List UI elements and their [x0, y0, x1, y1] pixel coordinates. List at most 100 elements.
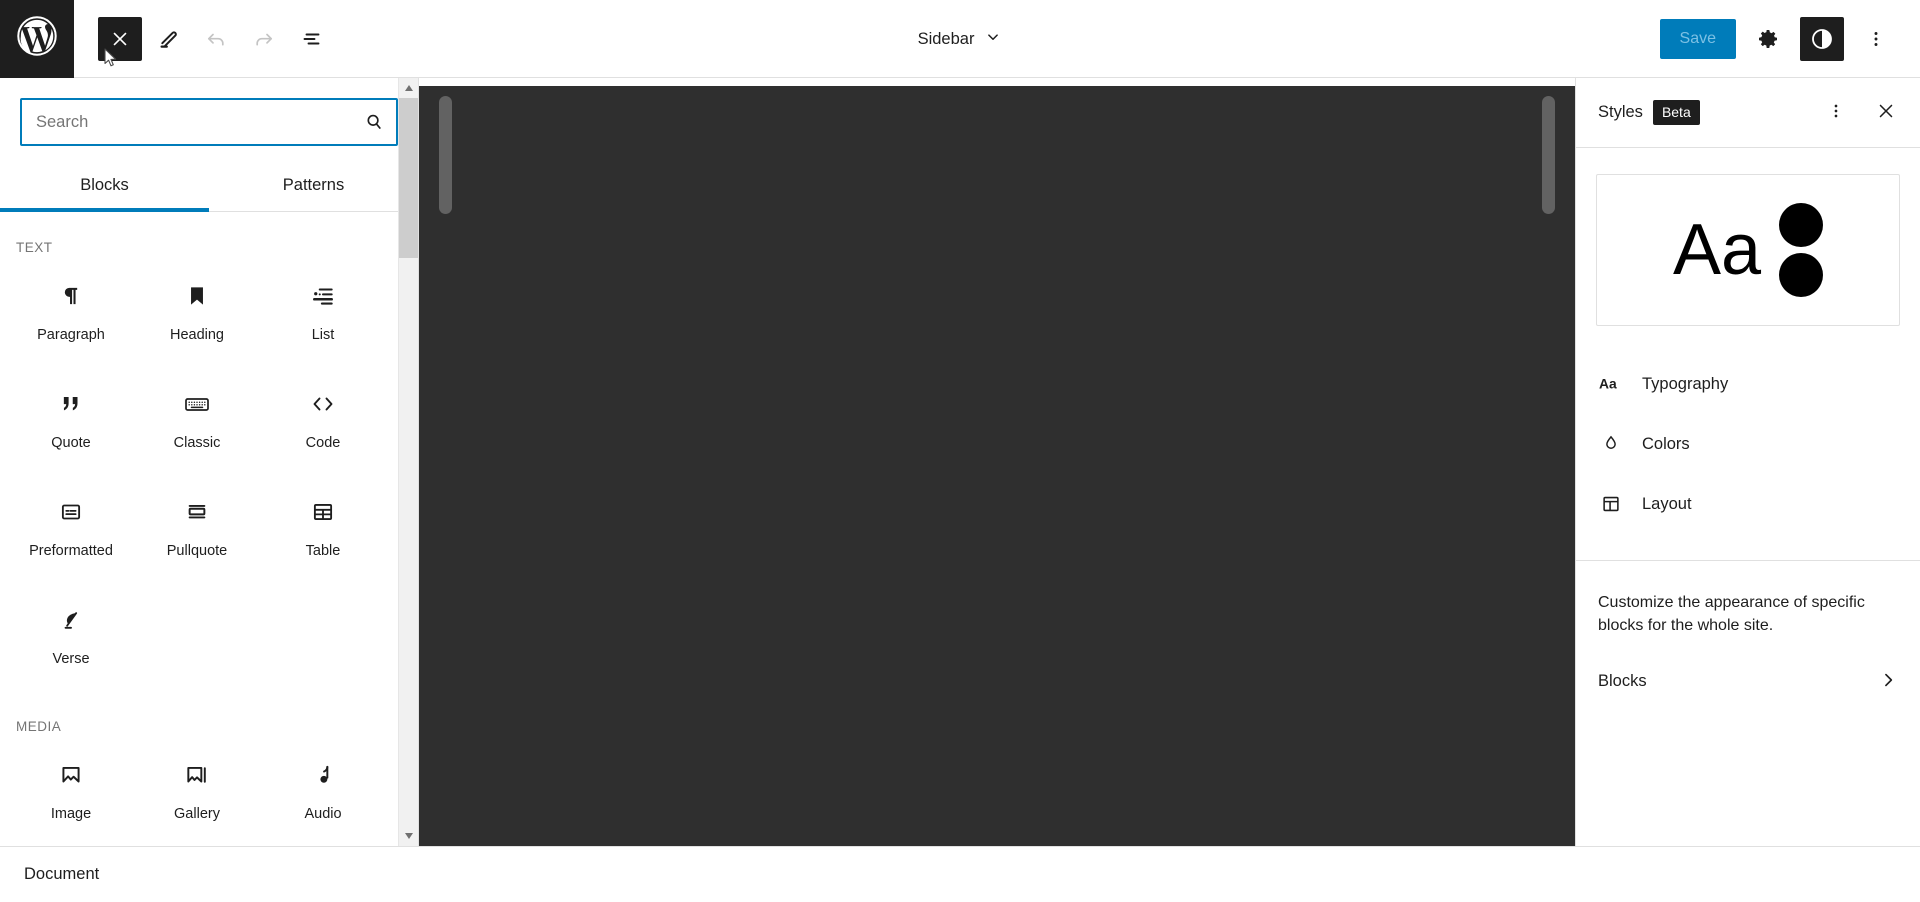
block-item-audio[interactable]: Audio — [260, 738, 386, 846]
category-label-media: MEDIA — [16, 719, 62, 734]
tab-patterns[interactable]: Patterns — [209, 160, 418, 211]
editor-bottom-bar: Document — [0, 846, 1920, 902]
block-item-heading[interactable]: Heading — [134, 259, 260, 367]
inserter-search-wrap — [0, 78, 418, 146]
quotation-marks-icon — [58, 389, 84, 419]
block-item-gallery[interactable]: Gallery — [134, 738, 260, 846]
styles-blocks-navigation-row[interactable]: Blocks — [1576, 651, 1920, 711]
chevron-right-icon — [1878, 670, 1898, 693]
beta-badge: Beta — [1652, 100, 1700, 125]
close-x-icon — [109, 28, 131, 50]
styles-menu-item-colors[interactable]: Colors — [1576, 414, 1920, 474]
list-view-icon — [300, 27, 324, 51]
block-item-code[interactable]: Code — [260, 367, 386, 475]
inserter-scrollbar[interactable] — [398, 78, 418, 846]
styles-sidebar-header: Styles Beta — [1576, 78, 1920, 148]
toolbar-right-group: Save — [1659, 16, 1920, 61]
keyboard-icon — [183, 389, 211, 419]
block-label: Table — [305, 543, 341, 559]
search-field[interactable] — [20, 98, 398, 146]
image-icon — [58, 760, 84, 790]
settings-button[interactable] — [1746, 17, 1790, 61]
document-title-dropdown[interactable]: Sidebar — [906, 20, 1015, 59]
tab-blocks[interactable]: Blocks — [0, 160, 209, 212]
site-editor-root: Sidebar Save Search Blocks Patterns TEXT… — [0, 0, 1920, 902]
block-item-quote[interactable]: Quote — [8, 367, 134, 475]
inserter-scroll-region: TEXT Paragraph Heading List Quote Classi… — [0, 212, 418, 846]
style-preview-card[interactable]: Aa — [1596, 174, 1900, 326]
tab-blocks-label: Blocks — [80, 176, 129, 194]
site-preview-canvas[interactable] — [419, 86, 1575, 846]
list-view-button[interactable] — [290, 17, 334, 61]
block-label: Pullquote — [166, 543, 228, 559]
block-item-preformatted[interactable]: Preformatted — [8, 475, 134, 583]
block-inserter-panel: Blocks Patterns TEXT — [0, 78, 419, 846]
canvas-scrollbar-left[interactable] — [439, 96, 452, 214]
styles-close-button[interactable] — [1866, 93, 1906, 133]
quill-feather-icon — [58, 605, 84, 635]
styles-sidebar: Styles Beta Aa Aa Typography Colors Layo… — [1575, 78, 1920, 846]
styles-toggle-button[interactable] — [1800, 16, 1844, 61]
tab-patterns-label: Patterns — [282, 176, 345, 194]
search-magnifier-icon — [352, 111, 396, 133]
color-swatch-2 — [1779, 253, 1824, 297]
styles-menu-label: Layout — [1642, 494, 1692, 513]
gallery-icon — [184, 760, 210, 790]
styles-blocks-description: Customize the appearance of specific blo… — [1598, 594, 1865, 635]
block-item-paragraph[interactable]: Paragraph — [8, 259, 134, 367]
block-label: Paragraph — [37, 327, 105, 343]
color-droplet-icon — [1598, 433, 1624, 455]
block-item-pullquote[interactable]: Pullquote — [134, 475, 260, 583]
wordpress-logo-icon — [15, 14, 59, 63]
block-item-table[interactable]: Table — [260, 475, 386, 583]
more-options-button[interactable] — [1854, 17, 1898, 61]
pullquote-bars-icon — [184, 497, 210, 527]
block-label: Audio — [304, 806, 342, 822]
chevron-down-icon — [984, 28, 1002, 51]
search-input[interactable] — [22, 112, 352, 132]
styles-menu-label: Colors — [1642, 434, 1690, 453]
block-item-classic[interactable]: Classic — [134, 367, 260, 475]
inserter-scrollbar-down-arrow[interactable] — [399, 826, 418, 846]
inserter-scrollbar-track[interactable] — [399, 98, 418, 826]
preformatted-box-icon — [58, 497, 84, 527]
wordpress-logo-button[interactable] — [0, 0, 74, 78]
close-inserter-button[interactable] — [98, 16, 142, 61]
triangle-down-icon — [404, 827, 414, 845]
pilcrow-icon — [58, 281, 84, 311]
inserter-tabs: Blocks Patterns — [0, 160, 418, 212]
block-item-verse[interactable]: Verse — [8, 583, 134, 691]
undo-button[interactable] — [194, 17, 238, 61]
block-label: Heading — [169, 327, 224, 343]
block-label: Quote — [51, 435, 91, 451]
inserter-scrollbar-up-arrow[interactable] — [399, 78, 418, 98]
close-x-icon — [1875, 100, 1897, 125]
toolbar-left-group — [74, 16, 334, 61]
document-title-label: Sidebar — [917, 29, 975, 48]
color-swatch-1 — [1779, 203, 1824, 247]
triangle-up-icon — [404, 79, 414, 97]
styles-menu-item-layout[interactable]: Layout — [1576, 474, 1920, 534]
block-item-image[interactable]: Image — [8, 738, 134, 846]
block-label: Gallery — [174, 806, 220, 822]
contrast-half-circle-icon — [1810, 27, 1834, 51]
block-label: Code — [305, 435, 341, 451]
block-item-list[interactable]: List — [260, 259, 386, 367]
styles-menu-item-typography[interactable]: Aa Typography — [1576, 354, 1920, 414]
styles-menu-list: Aa Typography Colors Layout — [1576, 326, 1920, 534]
save-button[interactable]: Save — [1659, 18, 1736, 59]
bulleted-list-icon — [310, 281, 336, 311]
inserter-scrollbar-thumb[interactable] — [399, 98, 418, 258]
editor-body: Blocks Patterns TEXT — [0, 78, 1920, 846]
block-label: Preformatted — [29, 543, 113, 559]
layout-panel-icon — [1598, 493, 1624, 515]
styles-more-menu-button[interactable] — [1816, 93, 1856, 133]
pencil-icon — [156, 27, 180, 51]
redo-arrow-icon — [252, 27, 276, 51]
redo-button[interactable] — [242, 17, 286, 61]
style-preview-sample-text: Aa — [1672, 210, 1762, 290]
canvas-scrollbar-right[interactable] — [1542, 96, 1555, 214]
svg-text:Aa: Aa — [1599, 376, 1617, 392]
edit-tool-button[interactable] — [146, 17, 190, 61]
styles-blocks-label: Blocks — [1598, 671, 1647, 690]
